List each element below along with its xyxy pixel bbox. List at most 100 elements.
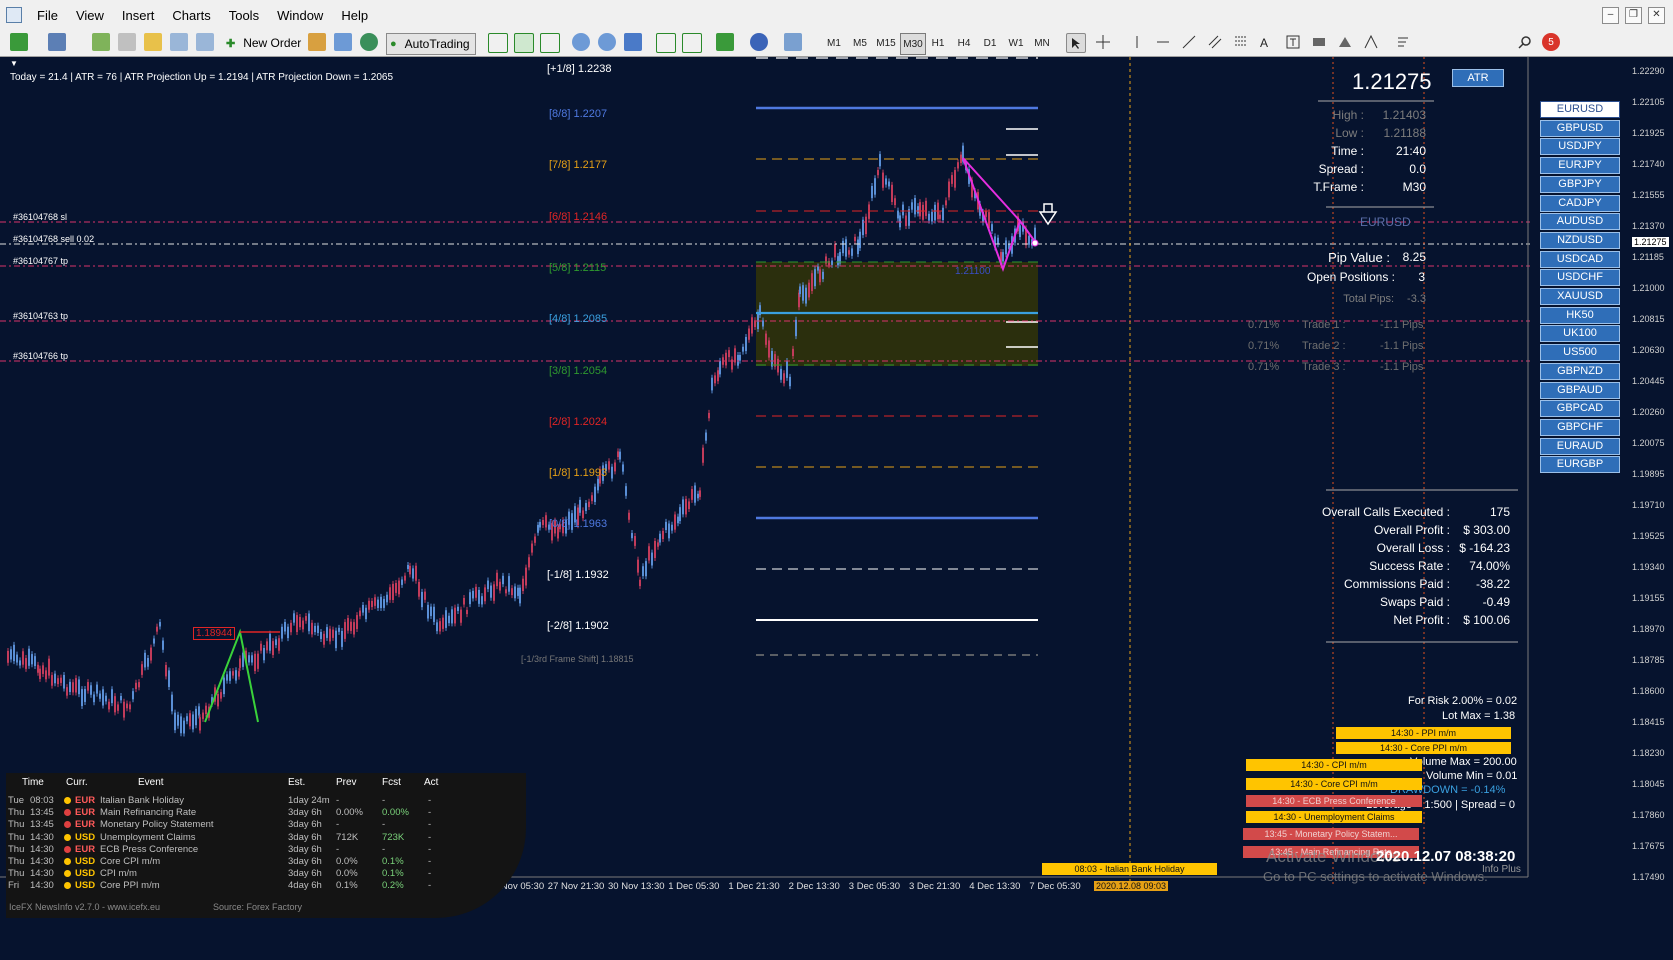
- symbol-button-gbpchf[interactable]: GBPCHF: [1540, 418, 1620, 436]
- timeframe-m30[interactable]: M30: [900, 33, 926, 55]
- atr-button[interactable]: ATR: [1452, 69, 1504, 87]
- notifications-badge[interactable]: 5: [1542, 33, 1560, 51]
- timeframe-d1[interactable]: D1: [978, 33, 1002, 53]
- new-chart-icon[interactable]: [10, 33, 28, 51]
- line-chart-icon[interactable]: [540, 33, 560, 53]
- timeframe-m1[interactable]: M1: [822, 33, 846, 53]
- candle-body: [287, 626, 289, 639]
- strategy-tester-icon[interactable]: [196, 33, 214, 51]
- metaeditor-icon[interactable]: [308, 33, 326, 51]
- menu-view[interactable]: View: [67, 6, 113, 25]
- menu-window[interactable]: Window: [268, 6, 332, 25]
- timeframe-m5[interactable]: M5: [848, 33, 872, 53]
- cursor-icon[interactable]: [1066, 33, 1086, 53]
- candle-body: [463, 597, 465, 605]
- arrows-icon[interactable]: [1394, 33, 1412, 51]
- zoom-out-icon[interactable]: [598, 33, 616, 51]
- fibonacci-icon[interactable]: [1232, 33, 1250, 51]
- zoom-in-icon[interactable]: [572, 33, 590, 51]
- pitchfork-icon[interactable]: [1362, 33, 1380, 51]
- market-watch-icon[interactable]: [92, 33, 110, 51]
- symbol-button-cadjpy[interactable]: CADJPY: [1540, 194, 1620, 212]
- minimize-icon[interactable]: –: [1602, 7, 1619, 24]
- stat-label: Overall Profit :: [1373, 523, 1450, 537]
- symbol-button-audusd[interactable]: AUDUSD: [1540, 213, 1620, 231]
- symbol-button-usdchf[interactable]: USDCHF: [1540, 269, 1620, 287]
- menu-charts[interactable]: Charts: [163, 6, 219, 25]
- timeframe-h4[interactable]: H4: [952, 33, 976, 53]
- bar-chart-icon[interactable]: [488, 33, 508, 53]
- symbol-button-hk50[interactable]: HK50: [1540, 306, 1620, 324]
- window-controls: – ❐ ✕: [1602, 7, 1665, 24]
- templates-icon[interactable]: [784, 33, 802, 51]
- timeframe-mn[interactable]: MN: [1030, 33, 1054, 53]
- symbol-button-gbpnzd[interactable]: GBPNZD: [1540, 362, 1620, 380]
- chart-menu-icon[interactable]: ▼: [10, 59, 18, 68]
- candle-body: [677, 516, 679, 524]
- equidistant-channel-icon[interactable]: [1206, 33, 1224, 51]
- candle-body: [171, 694, 173, 712]
- symbol-button-nzdusd[interactable]: NZDUSD: [1540, 231, 1620, 249]
- menu-help[interactable]: Help: [332, 6, 377, 25]
- autotrading-button[interactable]: ● AutoTrading: [386, 33, 476, 55]
- menu-file[interactable]: File: [28, 6, 67, 25]
- terminal-icon[interactable]: [170, 33, 188, 51]
- menu-insert[interactable]: Insert: [113, 6, 164, 25]
- text-label-icon[interactable]: [1284, 33, 1302, 51]
- candle-body: [436, 622, 438, 632]
- symbol-button-gbpusd[interactable]: GBPUSD: [1540, 119, 1620, 137]
- search-icon[interactable]: [1516, 33, 1534, 51]
- profiles-icon[interactable]: [48, 33, 66, 51]
- symbol-button-euraud[interactable]: EURAUD: [1540, 437, 1620, 455]
- symbol-button-gbpjpy[interactable]: GBPJPY: [1540, 175, 1620, 193]
- trendline-icon[interactable]: [1180, 33, 1198, 51]
- candle-body: [251, 655, 253, 663]
- data-window-icon[interactable]: [118, 33, 136, 51]
- signals-icon[interactable]: [334, 33, 352, 51]
- tile-windows-icon[interactable]: [624, 33, 642, 51]
- market-icon[interactable]: [360, 33, 378, 51]
- stat-label: Overall Loss :: [1376, 541, 1450, 555]
- close-icon[interactable]: ✕: [1648, 7, 1665, 24]
- timeframe-m15[interactable]: M15: [874, 33, 898, 53]
- symbol-button-uk100[interactable]: UK100: [1540, 325, 1620, 343]
- symbol-button-gbpaud[interactable]: GBPAUD: [1540, 381, 1620, 399]
- horizontal-line-icon[interactable]: [1154, 33, 1172, 51]
- symbol-button-gbpcad[interactable]: GBPCAD: [1540, 400, 1620, 418]
- symbol-button-eurjpy[interactable]: EURJPY: [1540, 157, 1620, 175]
- candle-body: [805, 287, 807, 304]
- symbol-button-usdjpy[interactable]: USDJPY: [1540, 138, 1620, 156]
- periods-icon[interactable]: [750, 33, 768, 51]
- candle-body: [868, 204, 870, 219]
- navigator-icon[interactable]: [144, 33, 162, 51]
- symbol-button-eurgbp[interactable]: EURGBP: [1540, 456, 1620, 474]
- restore-icon[interactable]: ❐: [1625, 7, 1642, 24]
- crosshair-icon[interactable]: [1094, 33, 1112, 51]
- symbol-button-us500[interactable]: US500: [1540, 344, 1620, 362]
- ppm-price-label: 1.21100: [955, 266, 991, 277]
- rectangle-icon[interactable]: [1310, 33, 1328, 51]
- news-header-est: Est.: [288, 777, 306, 788]
- candle-body: [377, 599, 379, 608]
- vertical-line-icon[interactable]: [1128, 33, 1146, 51]
- auto-scroll-icon[interactable]: [656, 33, 676, 53]
- triangle-icon[interactable]: [1336, 33, 1354, 51]
- timeframe-w1[interactable]: W1: [1004, 33, 1028, 53]
- chart-shift-icon[interactable]: [682, 33, 702, 53]
- symbol-button-eurusd[interactable]: EURUSD: [1540, 101, 1620, 118]
- candle-body: [685, 498, 687, 515]
- news-est: 3day 6h: [288, 868, 322, 880]
- candle-body: [945, 200, 947, 206]
- candle-body: [484, 587, 486, 602]
- timeframe-h1[interactable]: H1: [926, 33, 950, 53]
- indicators-icon[interactable]: [716, 33, 734, 51]
- chart-area[interactable]: Today = 21.4 | ATR = 76 | ATR Projection…: [0, 57, 1673, 960]
- candle-body: [739, 354, 741, 361]
- symbol-button-usdcad[interactable]: USDCAD: [1540, 250, 1620, 268]
- candle-body: [263, 648, 265, 661]
- candlestick-icon[interactable]: [514, 33, 534, 53]
- new-order-button[interactable]: ✚ New Order: [226, 33, 306, 53]
- text-tool-icon[interactable]: A: [1260, 33, 1268, 53]
- symbol-button-xauusd[interactable]: XAUUSD: [1540, 288, 1620, 305]
- menu-tools[interactable]: Tools: [220, 6, 268, 25]
